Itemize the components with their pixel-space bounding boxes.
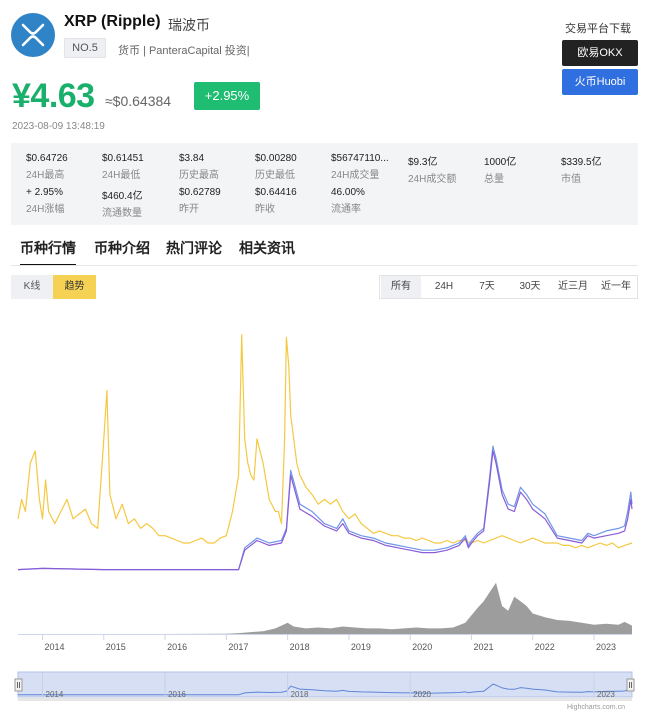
navigator-tick-label: 2020 — [413, 690, 431, 699]
navigator-tick-label: 2014 — [46, 690, 64, 699]
navigator-tick-label: 2018 — [291, 690, 309, 699]
x-tick-label: 2019 — [351, 642, 371, 652]
series-line-1 — [17, 445, 633, 571]
navigator-scrollbar — [18, 698, 632, 701]
series-line-0 — [17, 334, 633, 549]
x-tick-label: 2018 — [290, 642, 310, 652]
x-tick-label: 2022 — [535, 642, 555, 652]
navigator-tick-label: 2023 — [597, 690, 615, 699]
navigator-tick-label: 2016 — [168, 690, 186, 699]
x-tick-label: 2017 — [228, 642, 248, 652]
x-tick-label: 2015 — [106, 642, 126, 652]
x-tick-label: 2021 — [473, 642, 493, 652]
navigator-left-handle[interactable] — [14, 678, 23, 692]
price-chart[interactable]: 2014 2015 2016 2017 2018 2019 2020 2021 2022 2023… — [0, 0, 650, 721]
x-tick-label: 2016 — [167, 642, 187, 652]
navigator-band — [18, 672, 632, 697]
volume-series-area — [18, 582, 632, 634]
x-tick-label: 2023 — [596, 642, 616, 652]
chart-credit: Highcharts.com.cn — [567, 704, 625, 711]
navigator-right-handle[interactable] — [626, 678, 635, 692]
x-tick-label: 2014 — [45, 642, 65, 652]
x-tick-label: 2020 — [412, 642, 432, 652]
